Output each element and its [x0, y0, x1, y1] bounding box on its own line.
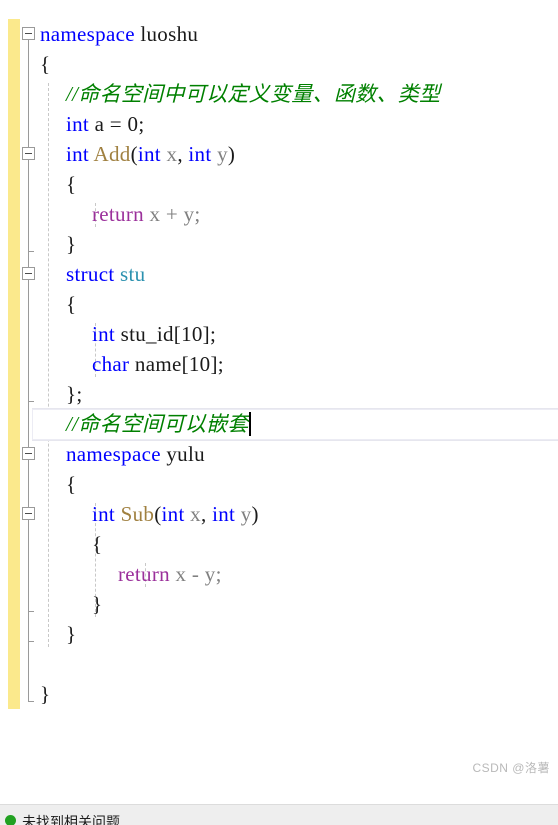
- code-token: ,: [200, 502, 213, 526]
- code-line[interactable]: {: [0, 469, 76, 499]
- code-editor-surface[interactable]: namespace luoshu { //命名空间中可以定义变量、函数、类型 int …: [0, 0, 558, 804]
- code-token: }: [92, 592, 103, 616]
- code-line[interactable]: namespace luoshu: [0, 19, 198, 49]
- code-line[interactable]: {: [0, 49, 50, 79]
- code-token: (: [154, 502, 162, 526]
- code-token: luoshu: [140, 22, 199, 46]
- code-line[interactable]: int stu_id[10];: [0, 319, 216, 349]
- code-token: Sub: [120, 502, 155, 526]
- code-token: a =: [89, 112, 128, 136]
- code-line[interactable]: }: [0, 619, 76, 649]
- code-token: //命名空间中可以定义变量、函数、类型: [66, 82, 441, 106]
- code-token: x: [149, 202, 161, 226]
- code-token: ];: [210, 352, 224, 376]
- code-line[interactable]: struct stu: [0, 259, 145, 289]
- code-line[interactable]: }: [0, 229, 76, 259]
- code-token: y: [204, 562, 216, 586]
- code-token: int: [212, 502, 236, 526]
- code-token: stu_id[: [115, 322, 182, 346]
- code-token: int: [92, 502, 116, 526]
- code-token: x: [175, 562, 187, 586]
- code-token: namespace: [40, 22, 135, 46]
- code-token: int: [188, 142, 212, 166]
- code-token: y: [240, 502, 252, 526]
- code-token: {: [66, 472, 77, 496]
- code-line[interactable]: {: [0, 289, 76, 319]
- code-token: }: [66, 622, 77, 646]
- code-line[interactable]: char name[10];: [0, 349, 224, 379]
- code-line[interactable]: };: [0, 379, 83, 409]
- code-token: char: [92, 352, 130, 376]
- code-token: return: [92, 202, 144, 226]
- code-token: namespace: [66, 442, 161, 466]
- code-line[interactable]: int a = 0;: [0, 109, 144, 139]
- code-token: int: [66, 142, 90, 166]
- code-token: //命名空间可以嵌套: [66, 412, 249, 436]
- code-token: {: [92, 532, 103, 556]
- code-token: {: [40, 52, 51, 76]
- code-line[interactable]: return x + y;: [0, 199, 201, 229]
- code-token: };: [66, 382, 83, 406]
- green-circle-icon: [5, 814, 16, 825]
- code-token: int: [92, 322, 116, 346]
- code-token: ): [227, 142, 236, 166]
- code-line[interactable]: int Add(int x, int y): [0, 139, 235, 169]
- code-token: ;: [138, 112, 145, 136]
- code-token: {: [66, 172, 77, 196]
- code-line[interactable]: return x - y;: [0, 559, 222, 589]
- code-line[interactable]: //命名空间中可以定义变量、函数、类型: [0, 79, 440, 109]
- code-token: (: [130, 142, 138, 166]
- code-token: return: [118, 562, 170, 586]
- code-token: stu: [120, 262, 146, 286]
- status-bar-message: 未找到相关问题: [22, 814, 120, 825]
- code-token: ];: [202, 322, 217, 346]
- code-token: int: [137, 142, 161, 166]
- code-token: ;: [194, 202, 201, 226]
- code-token: ): [251, 502, 259, 526]
- code-token: y: [183, 202, 195, 226]
- code-token: x: [190, 502, 201, 526]
- code-token: 10: [188, 352, 211, 376]
- code-token: name[: [129, 352, 189, 376]
- code-token: int: [161, 502, 185, 526]
- code-line[interactable]: namespace yulu: [0, 439, 205, 469]
- code-line[interactable]: }: [0, 679, 50, 709]
- code-line[interactable]: int Sub(int x, int y): [0, 499, 259, 529]
- code-token: {: [66, 292, 77, 316]
- code-token: }: [40, 682, 51, 706]
- status-bar: 未找到相关问题: [0, 804, 558, 825]
- code-token: Add: [93, 142, 131, 166]
- code-token: struct: [66, 262, 115, 286]
- code-line[interactable]: {: [0, 529, 102, 559]
- code-line[interactable]: {: [0, 169, 76, 199]
- code-line[interactable]: }: [0, 589, 102, 619]
- code-text-layer[interactable]: namespace luoshu { //命名空间中可以定义变量、函数、类型 int …: [0, 0, 558, 804]
- code-token: }: [66, 232, 77, 256]
- code-line[interactable]: //命名空间可以嵌套: [0, 409, 249, 439]
- text-caret: [248, 412, 251, 436]
- code-token: ,: [177, 142, 189, 166]
- code-token: y: [217, 142, 228, 166]
- code-token: 0: [127, 112, 139, 136]
- csdn-watermark: CSDN @洛薯: [472, 761, 550, 775]
- code-token: 10: [181, 322, 203, 346]
- code-token: x: [166, 142, 178, 166]
- code-token: ;: [215, 562, 222, 586]
- code-token: +: [165, 202, 179, 226]
- code-token: int: [66, 112, 90, 136]
- code-token: yulu: [166, 442, 205, 466]
